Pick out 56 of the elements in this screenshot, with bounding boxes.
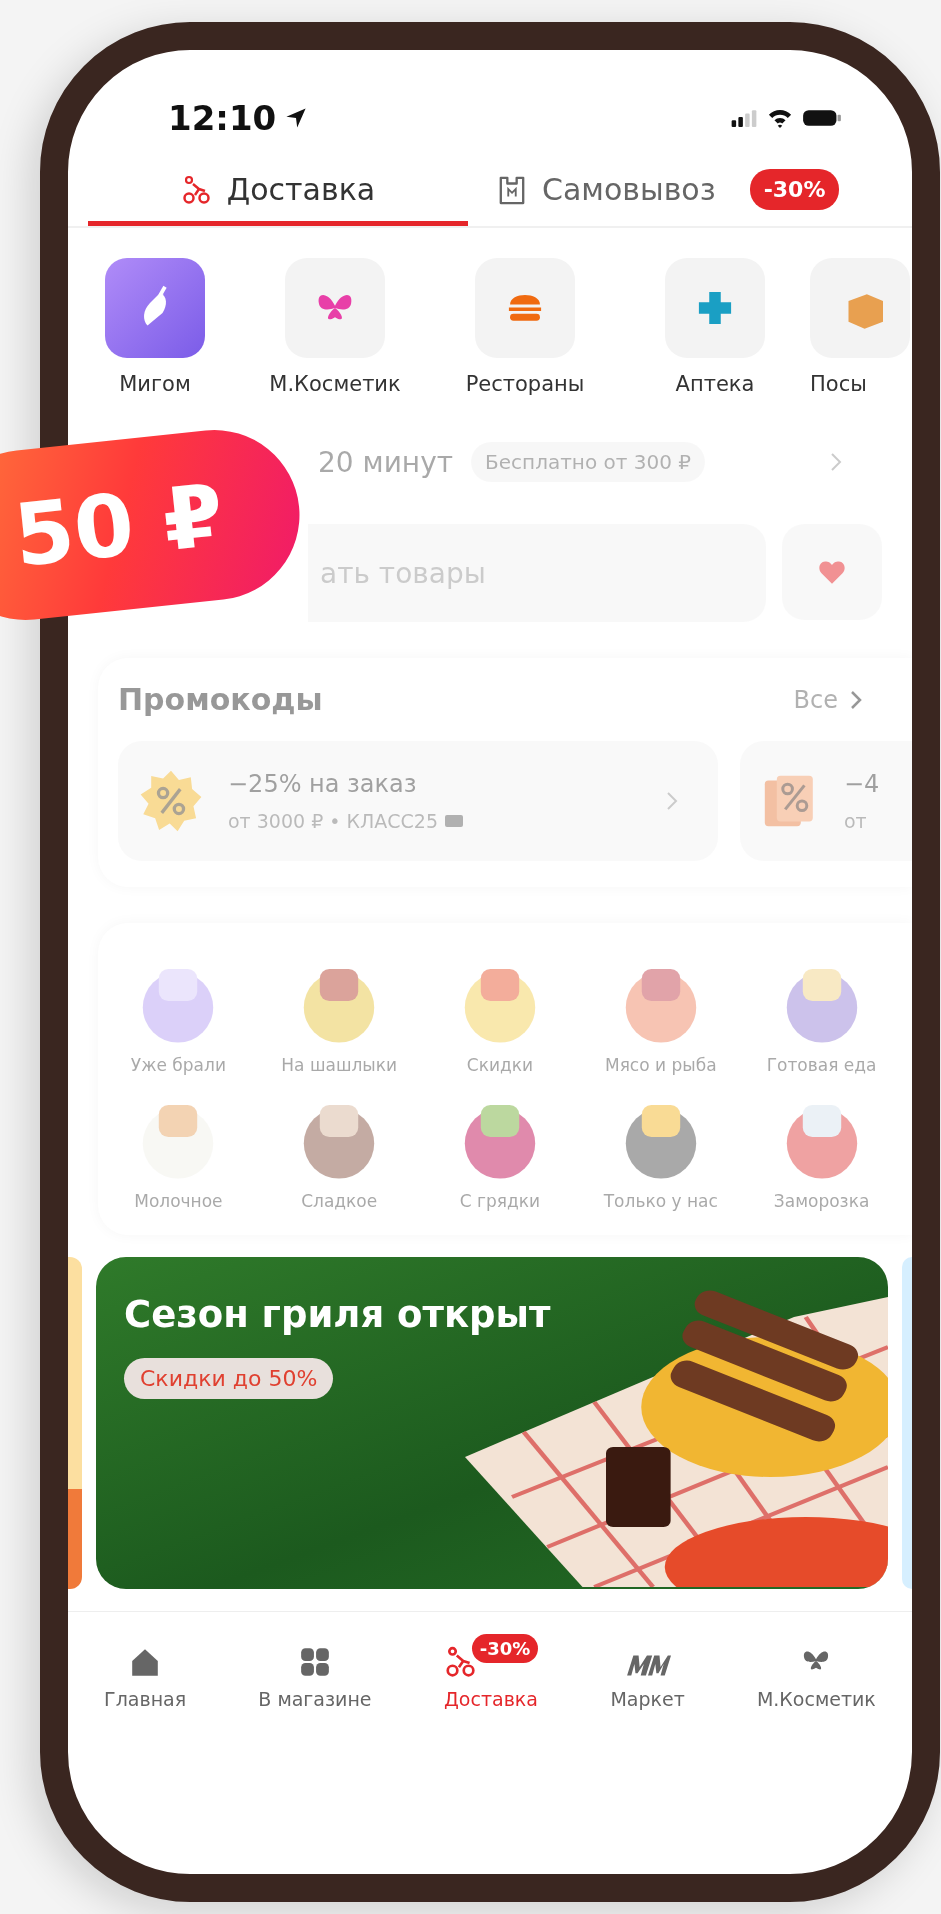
service-logo-icon: [810, 258, 910, 358]
promocode-card[interactable]: −25% на заказ от 3000 ₽ • КЛАСС25: [118, 741, 718, 861]
promocode-title: −25% на заказ: [228, 770, 417, 798]
discount-badge: -30%: [471, 1634, 539, 1663]
tab-bar-item[interactable]: В магазине: [258, 1634, 372, 1710]
promocode-terms: от 3000 ₽ • КЛАСС25: [228, 810, 464, 832]
service-shortcut[interactable]: Аптека: [620, 258, 810, 396]
service-shortcut[interactable]: Мигом: [100, 258, 210, 396]
tab-bar-item[interactable]: Главная: [104, 1634, 187, 1710]
category-tile[interactable]: Мясо и рыба: [580, 953, 742, 1075]
free-delivery-note: Бесплатно от 300 ₽: [471, 442, 705, 482]
service-logo-icon: [475, 258, 575, 358]
promo-banner[interactable]: Сезон гриля открыт Скидки до 50%: [96, 1257, 888, 1589]
status-time: 12:10: [168, 98, 277, 138]
grid-icon: [298, 1646, 331, 1678]
tab-bar-item[interactable]: М.Косметик: [756, 1634, 876, 1710]
percent-badge-icon: [138, 768, 204, 834]
service-shortcut[interactable]: Рестораны: [430, 258, 620, 396]
category-tile[interactable]: Заморозка: [741, 1089, 902, 1211]
category-tile[interactable]: Уже брали: [98, 953, 259, 1075]
promocode-terms: от: [844, 810, 867, 832]
location-arrow-icon: [284, 106, 309, 130]
category-tile[interactable]: Молочное: [98, 1089, 259, 1211]
chevron-right-icon: [850, 689, 862, 710]
service-logo-icon: [285, 258, 385, 358]
favorites-button[interactable]: [782, 524, 882, 620]
promocode-card[interactable]: −4 от: [740, 741, 912, 861]
delivery-mode-tab[interactable]: Доставка: [88, 158, 468, 226]
promocode-title: −4: [844, 770, 880, 798]
category-tile[interactable]: С грядки: [419, 1089, 581, 1211]
section-title: Промокоды: [118, 682, 323, 717]
service-shortcut[interactable]: Посы: [810, 258, 910, 396]
heart-icon: [818, 559, 846, 585]
banner-discount-tag: Скидки до 50%: [124, 1358, 334, 1399]
banner-title: Сезон гриля открыт: [124, 1293, 551, 1336]
discount-badge: -30%: [749, 169, 840, 210]
category-tile[interactable]: Готовая еда: [741, 953, 902, 1075]
service-shortcut[interactable]: М.Косметик: [240, 258, 430, 396]
chevron-right-icon: [666, 791, 678, 811]
service-logo-icon: [105, 258, 205, 358]
tab-bar-item[interactable]: Маркет: [610, 1634, 685, 1710]
category-tile[interactable]: Только у нас: [580, 1089, 742, 1211]
delivery-time: 20 минут: [318, 445, 454, 479]
category-tile[interactable]: Сладкое: [258, 1089, 420, 1211]
tab-bar-item[interactable]: -30% Доставка: [443, 1634, 539, 1710]
battery-icon: [802, 108, 842, 128]
chevron-right-icon[interactable]: [830, 452, 842, 472]
delivery-mode-tab[interactable]: Самовывоз: [468, 158, 746, 226]
service-logo-icon: [665, 258, 765, 358]
courier-bike-icon: [180, 174, 211, 205]
courier-bike-icon: [443, 1646, 476, 1678]
category-tile[interactable]: Скидки: [419, 953, 581, 1075]
signal-icon: [730, 109, 758, 127]
ticket-icon: [444, 814, 464, 828]
wifi-icon: [766, 108, 794, 128]
category-tile[interactable]: На шашлыки: [258, 953, 420, 1075]
